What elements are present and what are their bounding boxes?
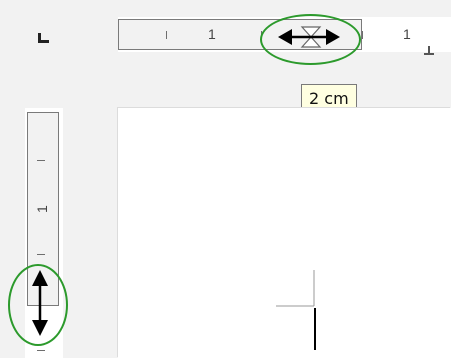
horizontal-ruler-label: 1 xyxy=(403,26,411,42)
highlight-ellipse-vertical xyxy=(8,264,68,346)
vertical-ruler-tick xyxy=(37,350,45,351)
tab-stop-selector-icon[interactable] xyxy=(38,29,49,43)
vertical-ruler-tick xyxy=(37,160,45,161)
highlight-ellipse-horizontal xyxy=(260,14,361,65)
horizontal-ruler-label: 1 xyxy=(208,26,216,42)
horizontal-ruler-tick xyxy=(166,31,167,39)
vertical-ruler-tick xyxy=(37,254,45,255)
horizontal-ruler-tick xyxy=(362,31,363,39)
text-cursor-icon xyxy=(276,270,326,356)
vertical-ruler-label: 1 xyxy=(34,205,50,213)
tab-marker-icon xyxy=(424,40,434,59)
